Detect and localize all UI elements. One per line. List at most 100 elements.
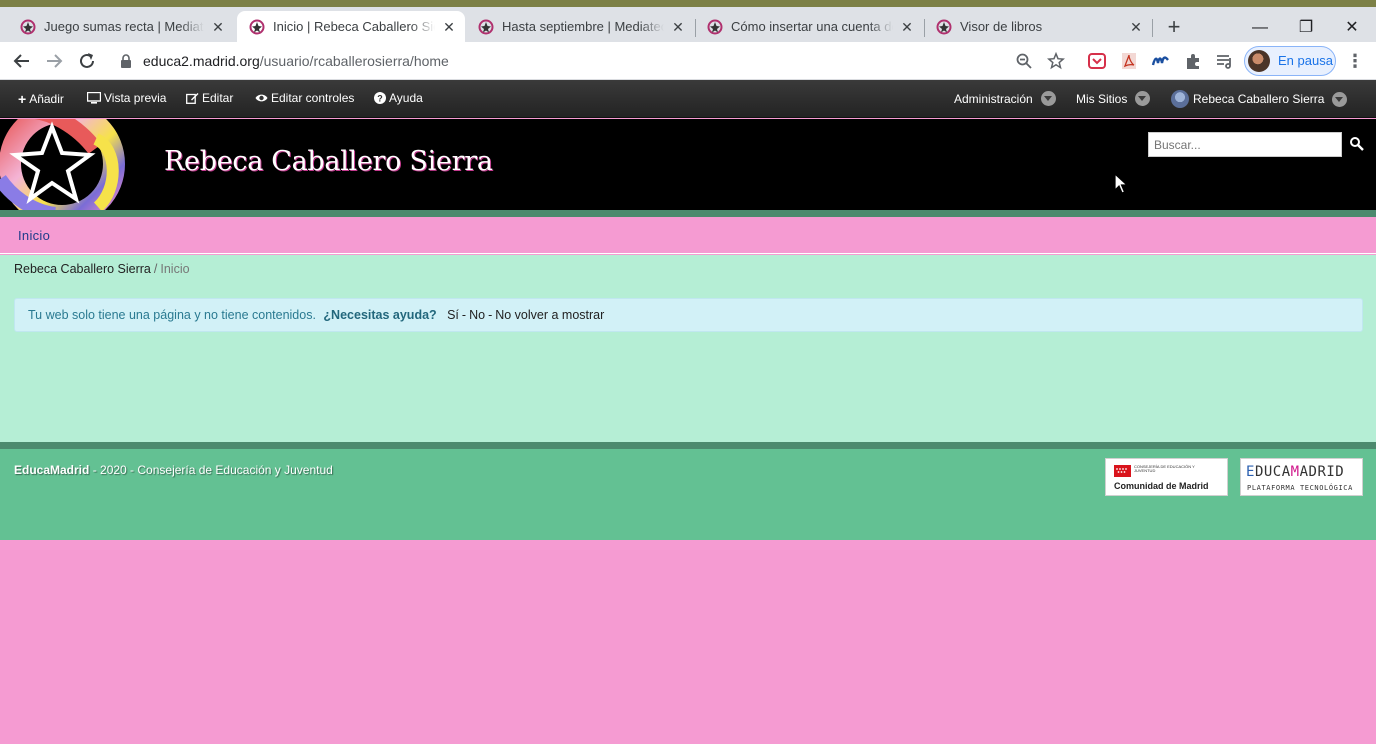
movistar-extension-icon[interactable]: [1151, 51, 1171, 71]
site-logo[interactable]: [0, 119, 126, 210]
comunidad-madrid-logo[interactable]: CONSEJERÍA DE EDUCACIÓN Y JUVENTUD Comun…: [1105, 458, 1228, 496]
educamadrid-logo[interactable]: EDUCAMADRID PLATAFORMA TECNOLÓGICA: [1240, 458, 1363, 496]
madrid-flag-icon: [1114, 465, 1131, 477]
educamadrid-favicon-icon: [249, 19, 265, 34]
media-queue-icon[interactable]: [1215, 51, 1235, 71]
edit-controls-label: Editar controles: [271, 91, 355, 105]
educamadrid-tagline: PLATAFORMA TECNOLÓGICA: [1247, 484, 1353, 492]
alert-dont-show-link[interactable]: No volver a mostrar: [495, 308, 604, 322]
tab-visor-libros[interactable]: Visor de libros ✕: [924, 11, 1152, 42]
educamadrid-favicon-icon: [20, 19, 36, 34]
alert-dash: -: [461, 308, 467, 322]
browser-toolbar: educa2.madrid.org/usuario/rcaballerosier…: [0, 42, 1376, 80]
administration-label: Administración: [954, 91, 1033, 106]
nav-item-inicio[interactable]: Inicio: [18, 228, 50, 243]
svg-text:?: ?: [377, 93, 383, 103]
site-footer: EducaMadrid - 2020 - Consejería de Educa…: [0, 449, 1376, 540]
tab-title: Inicio | Rebeca Caballero Sierra: [273, 19, 435, 34]
extensions-puzzle-icon[interactable]: [1183, 51, 1203, 71]
madrid-logo-subtitle: CONSEJERÍA DE EDUCACIÓN Y JUVENTUD: [1134, 464, 1195, 473]
dockbar: + Añadir Vista previa Editar Editar cont…: [0, 80, 1376, 118]
kebab-menu-icon[interactable]: ⋮: [1346, 51, 1364, 71]
tab-juego-sumas[interactable]: Juego sumas recta | Mediateca de EducaMa…: [8, 11, 234, 42]
edit-icon: [186, 93, 199, 104]
alert-help-question: ¿Necesitas ayuda?: [323, 308, 437, 322]
profile-status: En pausa: [1278, 53, 1333, 68]
madrid-logo-name: Comunidad de Madrid: [1114, 481, 1209, 491]
tab-title: Juego sumas recta | Mediateca de EducaMa…: [44, 19, 204, 34]
site-title[interactable]: Rebeca Caballero Sierra: [164, 146, 493, 177]
chevron-down-icon: [1332, 91, 1348, 107]
my-sites-label: Mis Sitios: [1076, 91, 1128, 106]
close-icon[interactable]: ✕: [441, 19, 457, 35]
close-icon[interactable]: ✕: [1128, 19, 1144, 35]
footer-brand[interactable]: EducaMadrid: [14, 463, 89, 477]
tab-hasta-septiembre[interactable]: Hasta septiembre | Mediateca de EducaMad…: [466, 11, 694, 42]
footer-divider: [0, 442, 1376, 449]
chevron-down-icon: [1135, 91, 1151, 106]
preview-label: Vista previa: [104, 91, 167, 105]
url-text: educa2.madrid.org/usuario/rcaballerosier…: [143, 53, 449, 69]
maximize-icon[interactable]: ❐: [1291, 15, 1321, 41]
help-label: Ayuda: [389, 91, 423, 105]
pocket-extension-icon[interactable]: [1087, 51, 1107, 71]
search-input[interactable]: [1148, 132, 1342, 157]
header-divider: [0, 210, 1376, 217]
pdf-extension-icon[interactable]: [1119, 51, 1139, 71]
preview-button[interactable]: Vista previa: [87, 91, 166, 105]
close-icon[interactable]: ✕: [899, 19, 915, 35]
profile-button[interactable]: En pausa: [1244, 46, 1336, 76]
avatar: [1248, 50, 1270, 72]
add-button[interactable]: + Añadir: [18, 91, 64, 107]
edit-label: Editar: [202, 91, 234, 105]
star-logo-icon: [0, 119, 125, 210]
breadcrumb: Rebeca Caballero Sierra / Inicio: [14, 262, 190, 276]
educamadrid-favicon-icon: [478, 19, 494, 34]
new-tab-button[interactable]: +: [1163, 16, 1185, 39]
close-icon[interactable]: ✕: [670, 19, 686, 35]
breadcrumb-site-link[interactable]: Rebeca Caballero Sierra: [14, 262, 151, 276]
plus-icon: +: [18, 91, 27, 107]
tab-insertar-cuenta[interactable]: Cómo insertar una cuenta de Twitter ✕: [695, 11, 923, 42]
star-icon[interactable]: [1047, 52, 1065, 70]
main-navigation: Inicio: [0, 217, 1376, 254]
alert-dash: -: [488, 308, 493, 322]
alert-yes-link[interactable]: Sí: [447, 308, 459, 322]
zoom-icon[interactable]: [1015, 52, 1033, 70]
educamadrid-favicon-icon: [707, 19, 723, 34]
alert-message: Tu web solo tiene una página y no tiene …: [28, 308, 316, 322]
edit-button[interactable]: Editar: [186, 91, 233, 105]
address-bar[interactable]: educa2.madrid.org/usuario/rcaballerosier…: [110, 47, 1075, 76]
tab-separator: [1152, 19, 1153, 37]
administration-menu[interactable]: Administración: [954, 91, 1056, 106]
tab-strip: Juego sumas recta | Mediateca de EducaMa…: [0, 7, 1376, 42]
search-icon[interactable]: [1349, 136, 1365, 152]
breadcrumb-current: Inicio: [160, 262, 190, 276]
help-button[interactable]: ? Ayuda: [374, 91, 423, 105]
tab-title: Hasta septiembre | Mediateca de EducaMad…: [502, 19, 664, 34]
eye-icon: [255, 94, 268, 102]
avatar: [1171, 90, 1189, 108]
breadcrumb-separator: /: [153, 262, 158, 276]
educamadrid-favicon-icon: [936, 19, 952, 34]
user-menu[interactable]: Rebeca Caballero Sierra: [1171, 90, 1348, 108]
window-top-strip: [0, 0, 1376, 7]
window-close-icon[interactable]: ✕: [1337, 15, 1367, 41]
empty-site-alert: Tu web solo tiene una página y no tiene …: [14, 298, 1363, 332]
site-header: Rebeca Caballero Sierra: [0, 119, 1376, 210]
minimize-icon[interactable]: —: [1245, 15, 1275, 41]
user-name: Rebeca Caballero Sierra: [1193, 92, 1325, 106]
tab-title: Visor de libros: [960, 19, 1043, 34]
chevron-down-icon: [1040, 91, 1056, 106]
page-content: Rebeca Caballero Sierra / Inicio Tu web so…: [0, 255, 1376, 442]
forward-arrow-icon[interactable]: [43, 50, 65, 72]
tab-inicio[interactable]: Inicio | Rebeca Caballero Sierra ✕: [237, 11, 465, 42]
alert-no-link[interactable]: No: [469, 308, 485, 322]
back-arrow-icon[interactable]: [11, 50, 33, 72]
reload-icon[interactable]: [76, 50, 98, 72]
my-sites-menu[interactable]: Mis Sitios: [1076, 91, 1151, 106]
close-icon[interactable]: ✕: [210, 19, 226, 35]
question-circle-icon: ?: [374, 92, 386, 104]
monitor-icon: [87, 92, 101, 104]
edit-controls-button[interactable]: Editar controles: [255, 91, 354, 105]
